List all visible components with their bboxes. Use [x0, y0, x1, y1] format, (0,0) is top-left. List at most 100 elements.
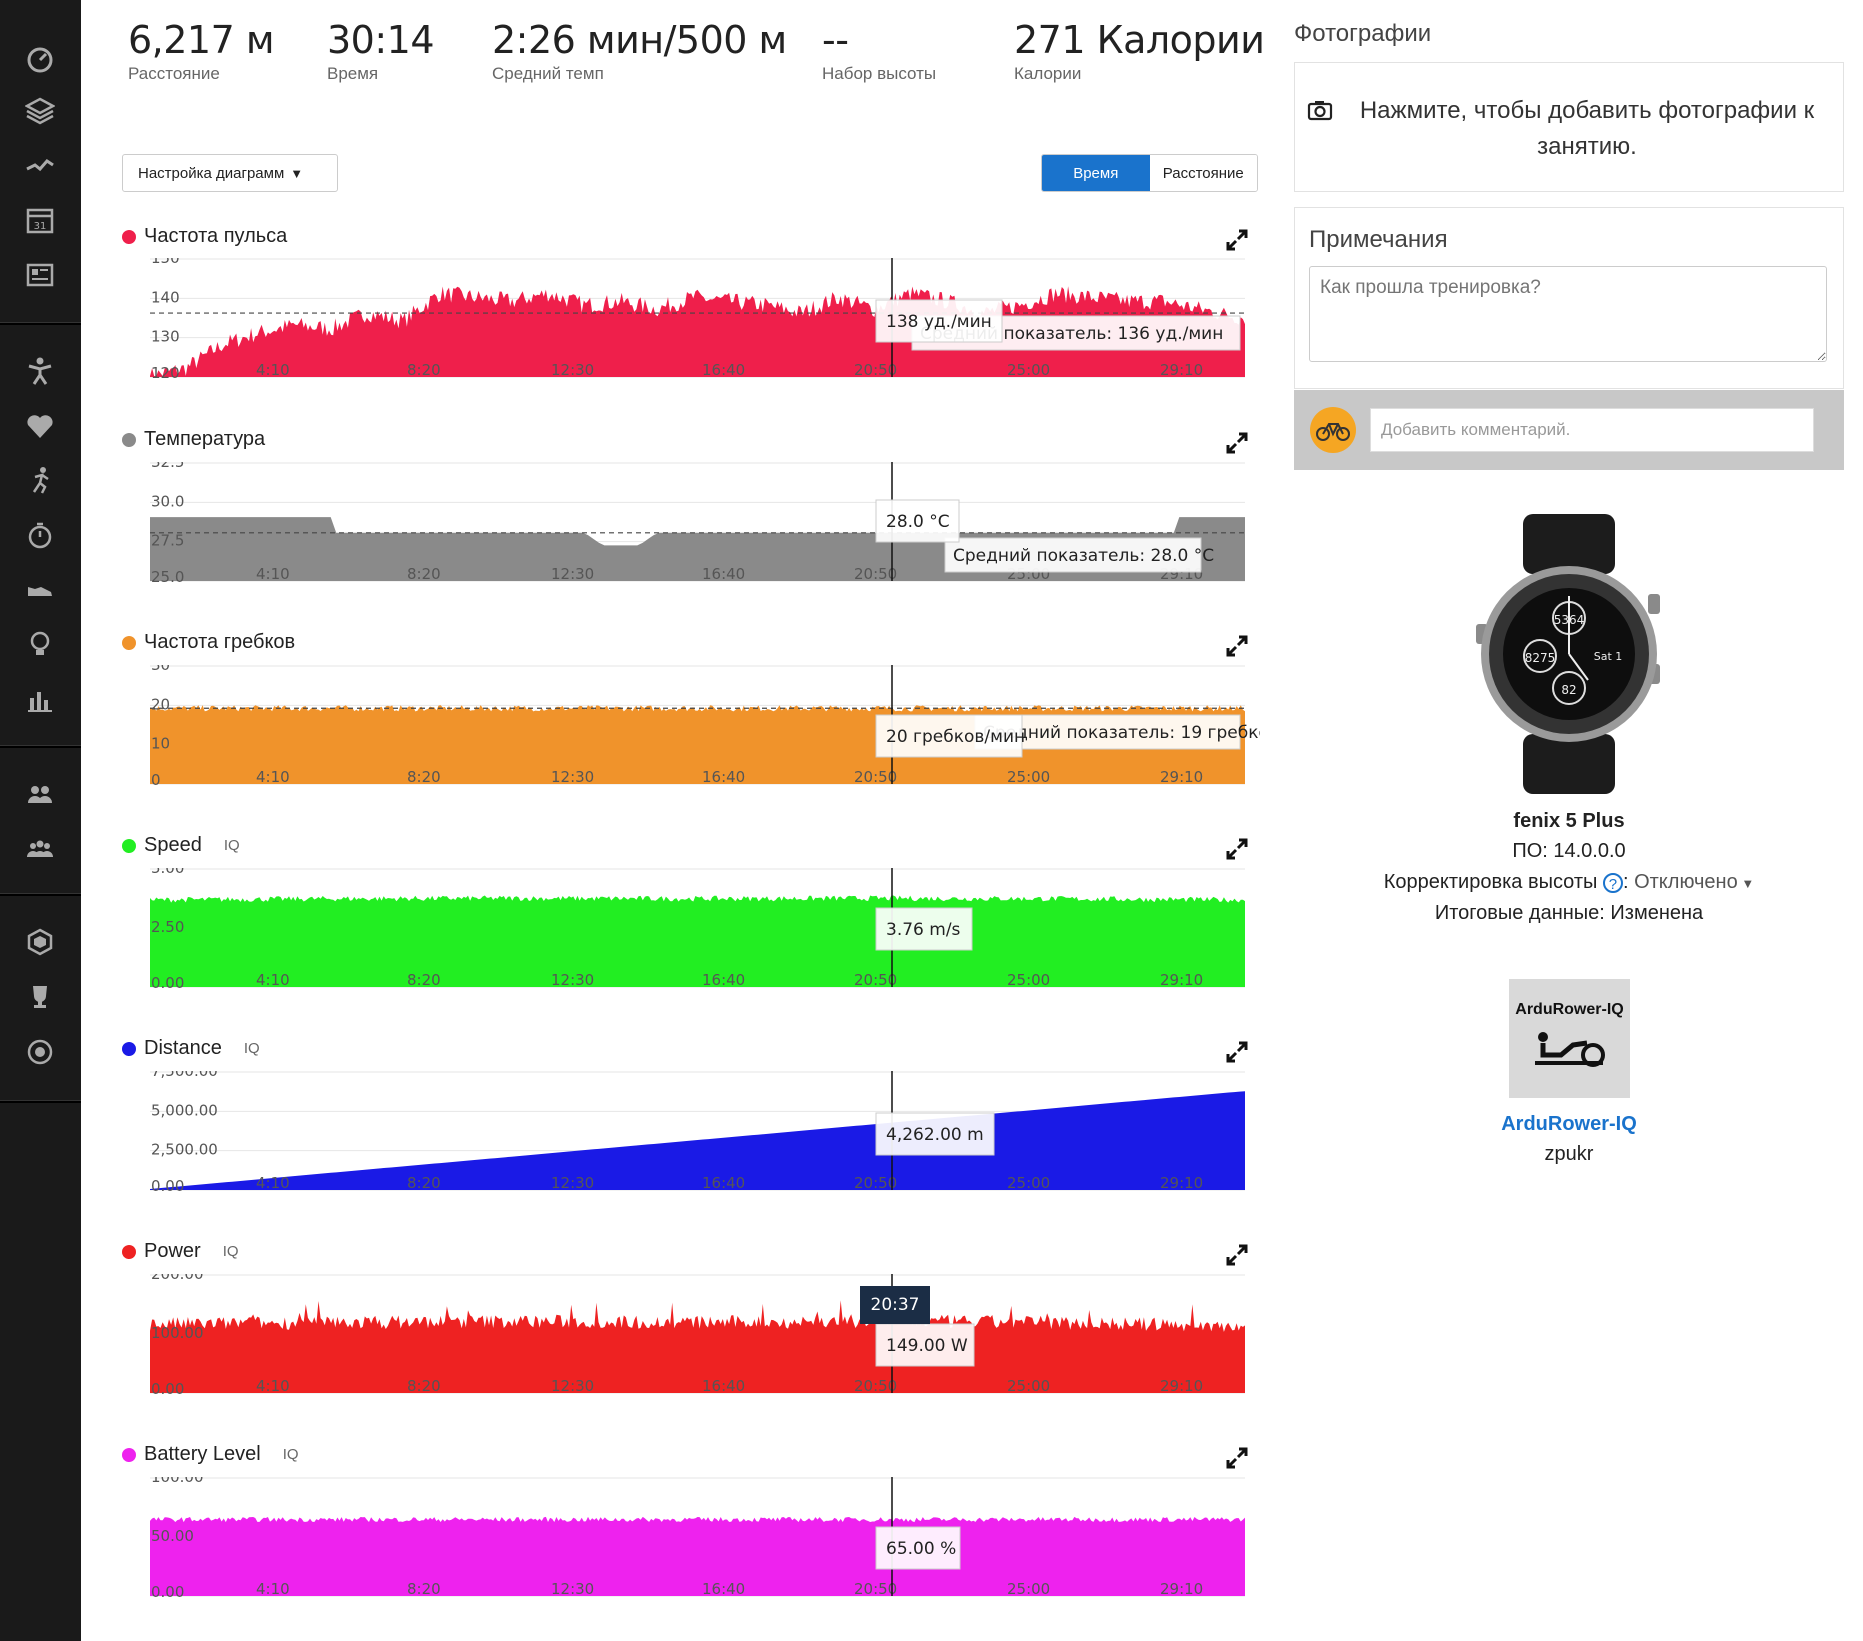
- app-icon[interactable]: ArduRower-IQ: [1509, 979, 1630, 1098]
- group-icon[interactable]: [22, 776, 58, 812]
- chart-title-text: Температура: [144, 428, 266, 450]
- add-photos-area[interactable]: Нажмите, чтобы добавить фотографии к зан…: [1294, 62, 1844, 192]
- dashboard-icon[interactable]: [22, 40, 58, 76]
- chart-plot[interactable]: 7,500.00 5,000.00 2,500.00 0.00 4:10 8:20 12:3…: [140, 1071, 1260, 1206]
- chart-title-text: Частота гребков: [144, 631, 296, 653]
- x-tick-label: 4:10: [256, 1377, 290, 1395]
- stopwatch-icon[interactable]: [22, 517, 58, 553]
- bar-chart-icon[interactable]: [22, 681, 58, 717]
- activity-icon[interactable]: [22, 148, 58, 184]
- chart-settings-dropdown[interactable]: Настройка диаграмм ▼: [122, 154, 338, 192]
- x-tick-label: 29:10: [1160, 1174, 1203, 1192]
- tooltip-text: 149.00 W: [886, 1336, 968, 1356]
- chart-plot[interactable]: 30 20 10 0 4:10 8:20 12:30 16:40 20:50 25:00 29:10…: [140, 665, 1260, 800]
- running-icon[interactable]: [22, 462, 58, 498]
- toggle-distance-button[interactable]: Расстояние: [1149, 155, 1257, 191]
- x-tick-label: 16:40: [702, 1580, 745, 1598]
- app-link[interactable]: ArduRower-IQ: [1294, 1113, 1844, 1136]
- x-tick-label: 20:50: [854, 361, 897, 379]
- stat-avg-pace: 2:26 мин/500 м Средний темп: [492, 18, 787, 84]
- elevation-correction-label: Корректировка высоты: [1383, 871, 1598, 893]
- x-tick-label: 8:20: [407, 1580, 441, 1598]
- x-tick-label: 12:30: [551, 768, 594, 786]
- chart-title-text: Частота пульса: [144, 225, 288, 247]
- chart-title: Distance IQ: [122, 1037, 260, 1060]
- y-tick-label: 140: [151, 288, 180, 306]
- x-tick-label: 29:10: [1160, 971, 1203, 989]
- y-tick-label: 5,000.00: [151, 1101, 218, 1119]
- x-tick-label: 20:50: [854, 768, 897, 786]
- caret-down-icon[interactable]: ▼: [1738, 876, 1754, 891]
- y-tick-label: 100.00: [151, 1324, 204, 1342]
- news-icon[interactable]: [22, 257, 58, 293]
- chart-title: Температура: [122, 428, 265, 451]
- chart-plot[interactable]: 100.00 50.00 0.00 4:10 8:20 12:30 16:40 20:50 25…: [140, 1477, 1260, 1612]
- device-image: 5364 8275 82 Sat 1: [1476, 514, 1660, 794]
- y-tick-label: 10: [151, 735, 170, 753]
- stat-time: 30:14 Время: [327, 18, 435, 84]
- x-tick-label: 20:50: [854, 1580, 897, 1598]
- svg-text:Sat 1: Sat 1: [1594, 650, 1623, 663]
- expand-icon[interactable]: [1226, 1244, 1248, 1266]
- expand-icon[interactable]: [1226, 432, 1248, 454]
- chart-plot[interactable]: 200.00 100.00 0.00 4:10 8:20 12:30 16:40 20:50 2…: [140, 1274, 1260, 1409]
- camera-icon: [1307, 101, 1333, 121]
- heart-icon[interactable]: [22, 408, 58, 444]
- tooltip-text: 138 уд./мин: [886, 312, 992, 332]
- chart-plot[interactable]: 32.5 30.0 27.5 25.0 4:10 8:20 12:30 16:40 20:50 2…: [140, 462, 1260, 597]
- y-tick-label: 20: [151, 695, 170, 713]
- x-tick-label: 12:30: [551, 1174, 594, 1192]
- x-axis-toggle: Время Расстояние: [1041, 154, 1258, 192]
- x-tick-label: 20:50: [854, 1377, 897, 1395]
- x-tick-label: 16:40: [702, 1377, 745, 1395]
- photos-title: Фотографии: [1294, 20, 1432, 47]
- x-tick-label: 8:20: [407, 971, 441, 989]
- layers-icon[interactable]: [22, 93, 58, 129]
- y-tick-label: 7,500.00: [151, 1071, 218, 1080]
- chart-plot[interactable]: 5.00 2.50 0.00 4:10 8:20 12:30 16:40 20:50 25:00…: [140, 868, 1260, 1003]
- chart-plot[interactable]: 150 140 130 120 4:10 8:20 12:30 16:40 20:50 25:00…: [140, 258, 1260, 393]
- series-area: [150, 1091, 1245, 1190]
- expand-icon[interactable]: [1226, 838, 1248, 860]
- x-tick-label: 4:10: [256, 361, 290, 379]
- legend-dot: [122, 635, 136, 650]
- tooltip: 138 уд./мин: [875, 299, 1003, 343]
- x-tick-label: 12:30: [551, 971, 594, 989]
- help-icon[interactable]: ?: [1602, 872, 1623, 893]
- y-tick-label: 150: [151, 258, 180, 267]
- add-photos-prompt: Нажмите, чтобы добавить фотографии к зан…: [1359, 97, 1815, 160]
- expand-icon[interactable]: [1226, 1447, 1248, 1469]
- fitness-icon[interactable]: [22, 353, 58, 389]
- expand-icon[interactable]: [1226, 1041, 1248, 1063]
- comment-input[interactable]: Добавить комментарий.: [1370, 408, 1814, 452]
- expand-icon[interactable]: [1226, 229, 1248, 251]
- tooltip-text: 28.0 °C: [886, 512, 950, 532]
- tooltip-text: 4,262.00 m: [886, 1125, 984, 1145]
- connections-icon[interactable]: [22, 830, 58, 866]
- shoe-icon[interactable]: [22, 571, 58, 607]
- calendar-icon[interactable]: 31: [22, 202, 58, 238]
- caret-down-icon: ▼: [290, 165, 304, 181]
- badge-icon[interactable]: [22, 924, 58, 960]
- target-icon[interactable]: [22, 1034, 58, 1070]
- rower-icon: [1535, 1032, 1605, 1067]
- y-tick-label: 30.0: [151, 492, 184, 510]
- x-tick-label: 29:10: [1160, 1580, 1203, 1598]
- y-tick-label: 32.5: [151, 462, 184, 471]
- trophy-icon[interactable]: [22, 979, 58, 1015]
- x-tick-label: 25:00: [1007, 1580, 1050, 1598]
- lightbulb-icon[interactable]: [22, 626, 58, 662]
- x-tick-label: 4:10: [256, 768, 290, 786]
- stat-value: --: [822, 18, 849, 62]
- x-tick-label: 25:00: [1007, 971, 1050, 989]
- y-tick-label: 2,500.00: [151, 1141, 218, 1159]
- notes-input[interactable]: [1309, 266, 1827, 362]
- toggle-time-button[interactable]: Время: [1042, 155, 1150, 191]
- expand-icon[interactable]: [1226, 635, 1248, 657]
- elevation-correction-value[interactable]: Отключено: [1634, 871, 1738, 893]
- stat-label: Калории: [1014, 64, 1082, 83]
- stat-label: Время: [327, 64, 379, 83]
- legend-dot: [122, 229, 136, 244]
- x-tick-label: 4:10: [256, 971, 290, 989]
- y-tick-label: 0.00: [151, 1177, 184, 1195]
